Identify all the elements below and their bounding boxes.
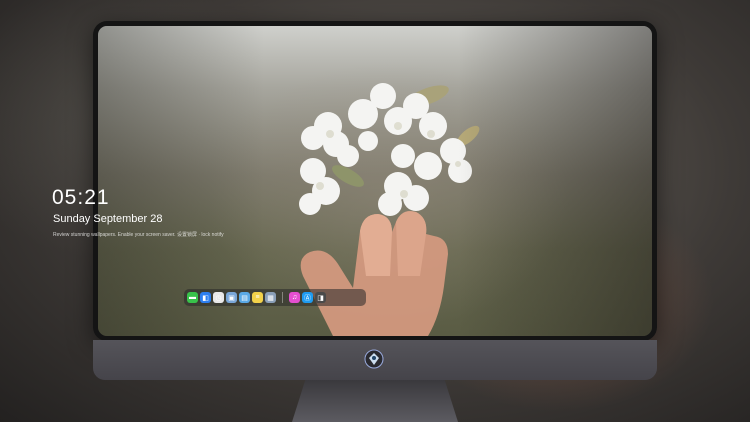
messages-icon[interactable]: ▬ [187,292,198,303]
monitor-stand [292,380,458,422]
lock-date: Sunday September 28 [53,213,163,225]
clapper-icon[interactable]: ▤ [239,292,250,303]
lock-clock: 05:21 [52,186,110,209]
preview-icon[interactable]: ▣ [226,292,237,303]
dock-separator [282,292,283,303]
music-icon[interactable]: ♫ [289,292,300,303]
notes-icon[interactable]: ≡ [252,292,263,303]
bag-icon[interactable]: ◨ [315,292,326,303]
appstore-icon[interactable]: Ⓐ [302,292,313,303]
dock: ▬ ◧ ◷ ▣ ▤ ≡ ▦ ♫ Ⓐ ◨ [184,289,366,306]
screen-vignette [98,26,652,336]
clock-icon[interactable]: ◷ [213,292,224,303]
finder-icon[interactable]: ◧ [200,292,211,303]
lock-screen[interactable] [98,26,652,336]
brand-logo-icon [364,349,384,369]
photos-icon[interactable]: ▦ [265,292,276,303]
lock-hint: Review stunning wallpapers. Enable your … [53,232,224,238]
